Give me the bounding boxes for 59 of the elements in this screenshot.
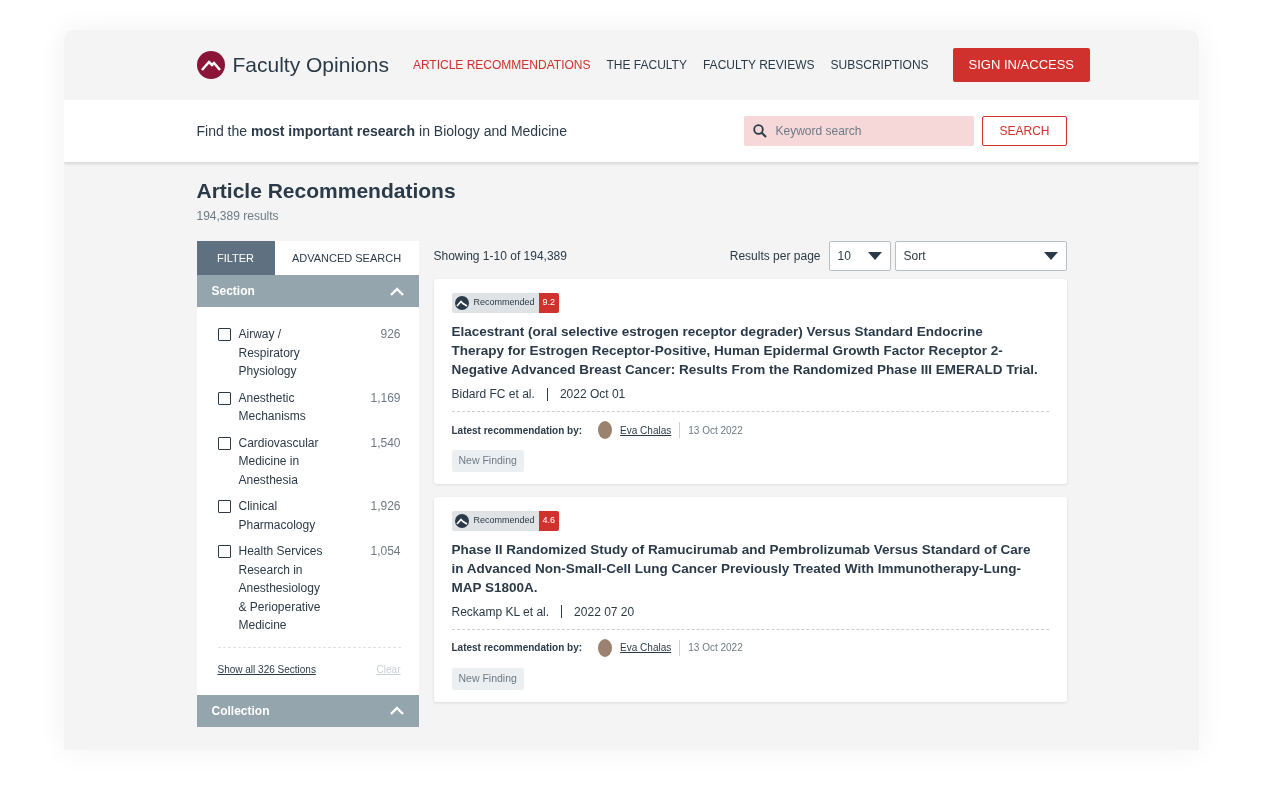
avatar bbox=[598, 421, 613, 440]
nav-link[interactable]: FACULTY REVIEWS bbox=[702, 56, 815, 74]
show-all-link[interactable]: Show all 326 Sections bbox=[217, 661, 316, 677]
caret-icon bbox=[1043, 252, 1058, 261]
filter-label: Airway / Respiratory Physiology bbox=[238, 326, 301, 381]
nav-link[interactable]: THE FACULTY bbox=[606, 56, 687, 74]
avatar bbox=[598, 638, 613, 657]
filter-label: Cardiovascular Medicine in Anesthesia bbox=[238, 434, 320, 489]
recommender-link[interactable]: Eva Chalas bbox=[620, 640, 672, 656]
recommendation-date: 13 Oct 2022 bbox=[688, 641, 743, 656]
logo-icon bbox=[454, 513, 469, 528]
filter-count: 1,054 bbox=[370, 543, 401, 561]
article-authors: Reckamp KL et al. bbox=[451, 603, 550, 621]
tagline: Find the most important research in Biology and Medicine bbox=[196, 121, 567, 141]
per-page-select[interactable]: 10 bbox=[828, 241, 891, 272]
article-title[interactable]: Elacestrant (oral selective estrogen receptor degrader) Versus Standard Endocrine Therapy for Estrogen Receptor-Positive, Human Epidermal Growth Factor Receptor 2-Negative Advanced Breast Cancer: Results From the Randomized Phase III EMERALD Trial. bbox=[451, 322, 1049, 380]
article-date: 2022 07 20 bbox=[574, 603, 635, 621]
filter-count: 1,169 bbox=[370, 389, 401, 407]
score: 9.2 bbox=[538, 293, 560, 314]
keyword-search-field[interactable]: Keyword search bbox=[744, 116, 975, 146]
filter-label: Clinical Pharmacology bbox=[238, 498, 317, 534]
caret-icon bbox=[867, 252, 882, 261]
group-title: Section bbox=[211, 283, 255, 301]
tag: New Finding bbox=[451, 450, 524, 472]
sign-in-button[interactable]: SIGN IN/ACCESS bbox=[952, 48, 1091, 82]
tag: New Finding bbox=[451, 667, 524, 690]
article-authors: Bidard FC et al. bbox=[451, 386, 535, 404]
logo-icon bbox=[196, 51, 225, 79]
checkbox[interactable] bbox=[217, 545, 231, 559]
article-title[interactable]: Phase II Randomized Study of Ramucirumab and Pembrolizumab Versus Standard of Care in Advanced Non-Small-Cell Lung Cancer Previously Treated With Immunotherapy-Lung-MAP S1800A. bbox=[451, 539, 1049, 597]
filter-label: Anesthetic Mechanisms bbox=[238, 389, 307, 426]
logo-icon bbox=[454, 296, 469, 311]
filter-count: 1,540 bbox=[370, 434, 401, 452]
filter-tab[interactable]: FILTER bbox=[196, 241, 275, 276]
article-date: 2022 Oct 01 bbox=[559, 386, 626, 404]
score: 4.6 bbox=[538, 510, 560, 531]
checkbox[interactable] bbox=[217, 500, 231, 514]
badge-label: Recommended bbox=[473, 296, 535, 310]
sort-select[interactable]: Sort bbox=[894, 241, 1067, 272]
filter-label: Health Services Research in Anesthesiology & Perioperative Medicine bbox=[238, 543, 324, 635]
recommendation-label: Latest recommendation by: bbox=[451, 423, 583, 438]
checkbox[interactable] bbox=[217, 391, 231, 405]
nav-link[interactable]: SUBSCRIPTIONS bbox=[830, 56, 929, 74]
page-title: Article Recommendations bbox=[196, 178, 457, 204]
filter-count: 926 bbox=[380, 326, 401, 344]
recommender-link[interactable]: Eva Chalas bbox=[620, 422, 672, 438]
nav-link[interactable]: ARTICLE RECOMMENDATIONS bbox=[412, 56, 591, 74]
badge-label: Recommended bbox=[473, 514, 535, 528]
checkbox[interactable] bbox=[217, 328, 231, 342]
recommendation-date: 13 Oct 2022 bbox=[688, 423, 743, 438]
brand-name: Faculty Opinions bbox=[232, 52, 389, 79]
result-count: 194,389 results bbox=[196, 208, 280, 226]
filter-count: 1,926 bbox=[370, 498, 401, 516]
group-title: Collection bbox=[211, 702, 270, 720]
search-button[interactable]: SEARCH bbox=[982, 116, 1067, 146]
recommendation-label: Latest recommendation by: bbox=[451, 641, 583, 656]
results-per-page-label: Results per page bbox=[729, 248, 821, 266]
checkbox[interactable] bbox=[217, 436, 231, 450]
showing-text: Showing 1-10 of 194,389 bbox=[433, 248, 567, 266]
